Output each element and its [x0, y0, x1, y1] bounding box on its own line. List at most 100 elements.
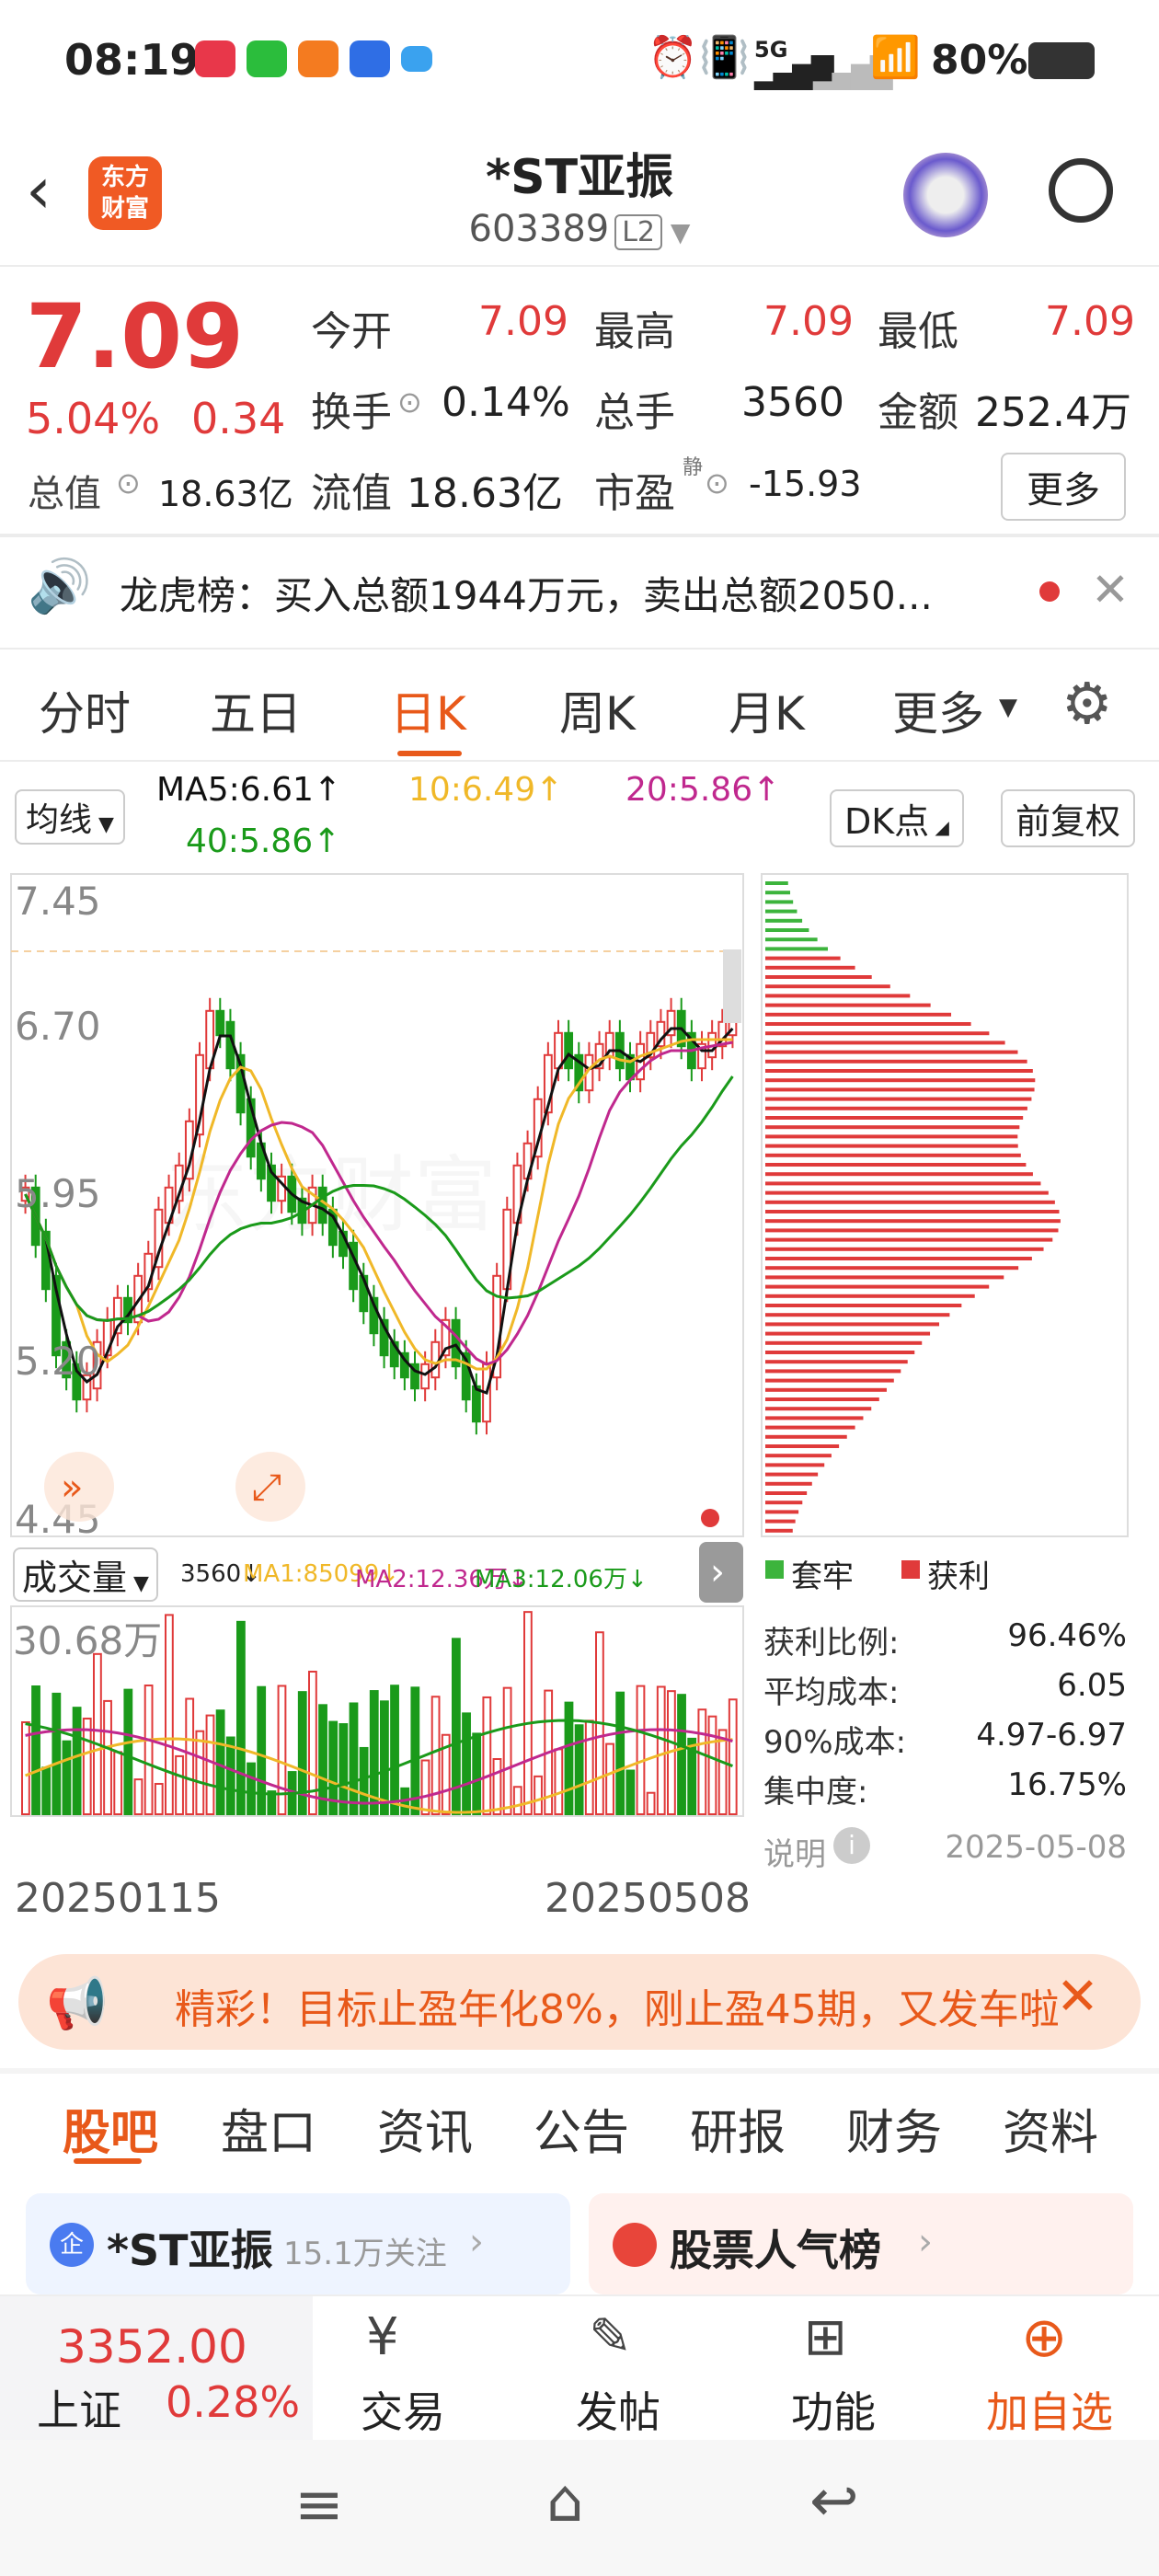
adjust-button[interactable]: 前复权 [1001, 789, 1136, 847]
more-quote-button[interactable]: 更多 [1001, 453, 1126, 521]
gear-icon[interactable]: ⚙ [1061, 670, 1113, 737]
volume-bar [103, 1699, 112, 1815]
megaphone-icon: 📢 [46, 1974, 109, 2032]
nav-add-watchlist[interactable]: 加自选 [986, 2379, 1113, 2440]
tab-daily-k[interactable]: 日K [390, 677, 466, 743]
chevron-down-icon: ▼ [662, 217, 691, 247]
volume-max: 30.68万 [13, 1618, 162, 1663]
level2-badge: L2 [614, 214, 663, 250]
y-tick: 5.20 [15, 1339, 101, 1384]
profit-legend: 获利 [927, 1558, 990, 1595]
back-icon[interactable]: ↩ [809, 2467, 859, 2536]
volume-bar [133, 1778, 143, 1815]
volume-bar [236, 1620, 246, 1816]
volume-bar [728, 1698, 738, 1815]
volume-ma3: MA3:12.06万↓ [475, 1566, 648, 1593]
nav-trade[interactable]: 交易 [361, 2379, 445, 2440]
chip-bar [765, 1210, 1060, 1213]
volume-select[interactable]: 成交量 ▼ [13, 1547, 158, 1602]
concentration: 16.75% [1007, 1766, 1127, 1803]
add-circle-icon: ⊕ [1021, 2306, 1068, 2370]
chip-bar [765, 1360, 908, 1364]
chip-bar [765, 1275, 1004, 1280]
stock-bar-card[interactable]: 企 *ST亚振 15.1万关注 › [26, 2193, 570, 2294]
volume-bar [482, 1696, 492, 1816]
chip-bar [765, 900, 794, 904]
volume-bar [697, 1708, 707, 1815]
tab-timeshare[interactable]: 分时 [39, 677, 131, 743]
tab-profile[interactable]: 资料 [1003, 2094, 1098, 2163]
volume-bar [420, 1759, 430, 1815]
robot-assistant-icon[interactable] [903, 153, 988, 237]
tab-announcements[interactable]: 公告 [534, 2094, 629, 2163]
chips-explain-label[interactable]: 说明 [763, 1829, 826, 1874]
close-icon[interactable]: ✕ [1056, 1967, 1099, 2027]
profit-ratio: 96.46% [1007, 1617, 1127, 1654]
home-icon[interactable]: ⌂ [546, 2467, 584, 2536]
high-value: 7.09 [763, 298, 854, 345]
open-value: 7.09 [478, 298, 568, 345]
scroll-thumb[interactable] [723, 949, 741, 1023]
chip-bar [765, 881, 788, 885]
chip-bar [765, 1022, 971, 1026]
nav-post[interactable]: 发帖 [576, 2379, 660, 2440]
promo-banner[interactable]: 📢 精彩！目标止盈年化8%，刚止盈45期，又发车啦 ✕ [18, 1954, 1141, 2050]
nav-function[interactable]: 功能 [791, 2379, 876, 2440]
volume-bar [82, 1718, 92, 1815]
corner-icon: ◢ [929, 816, 949, 838]
chip-bar [765, 1237, 1053, 1242]
chip-bar [765, 1116, 1024, 1120]
info-icon[interactable]: ⊙ [705, 466, 729, 500]
tab-five-day[interactable]: 五日 [210, 677, 302, 743]
volume-bar [584, 1719, 594, 1815]
chip-bar [765, 1219, 1061, 1224]
volume-bar [554, 1748, 564, 1815]
volume-bar [534, 1775, 543, 1815]
stock-code-row[interactable]: 603389 L2 ▼ [0, 208, 1159, 250]
candle-body [554, 1031, 563, 1070]
tab-weekly-k[interactable]: 周K [559, 677, 636, 743]
volume-bar [707, 1715, 717, 1816]
tab-monthly-k[interactable]: 月K [729, 677, 805, 743]
tab-guba[interactable]: 股吧 [63, 2094, 158, 2163]
index-ticker[interactable]: 3352.00 上证 0.28% [0, 2296, 313, 2442]
menu-icon[interactable]: ≡ [294, 2471, 344, 2539]
tab-more[interactable]: 更多 [892, 677, 984, 743]
bottom-nav: 3352.00 上证 0.28% ¥ 交易 ✎ 发帖 ⊞ 功能 ⊕ 加自选 [0, 2294, 1159, 2442]
chip-bar [765, 1407, 872, 1411]
indicator-select[interactable]: 均线 ▼ [15, 789, 125, 845]
chip-bar [765, 918, 803, 923]
volume-bar [215, 1709, 225, 1816]
chip-bar [765, 1003, 931, 1007]
chip-bar [765, 1050, 1018, 1054]
status-bar: 08:19 ⏰ 📳 5G ▂▄▆█ ▂▄▆█ 📶 80% [0, 0, 1159, 124]
status-time: 08:19 [64, 35, 200, 85]
info-icon[interactable]: ⊙ [116, 466, 141, 500]
chip-bar [765, 1528, 793, 1533]
tab-finance[interactable]: 财务 [846, 2094, 942, 2163]
chip-bar [765, 1416, 864, 1420]
loss-legend-swatch [765, 1560, 784, 1579]
chevron-down-icon: ▼ [999, 694, 1017, 721]
chip-bar [765, 1304, 962, 1307]
close-icon[interactable]: ✕ [1091, 563, 1130, 616]
search-icon[interactable] [1049, 158, 1113, 223]
tab-news[interactable]: 资讯 [377, 2094, 473, 2163]
info-icon[interactable]: ⊙ [397, 385, 422, 420]
chip-bar [765, 1481, 812, 1486]
dk-label: DK点 [844, 801, 930, 842]
company-badge: 企 [50, 2223, 94, 2267]
fullscreen-icon: ⤢ [252, 1466, 281, 1509]
chip-bar [765, 891, 791, 895]
info-icon[interactable]: i [833, 1827, 870, 1864]
popularity-card[interactable]: 股票人气榜 › [589, 2193, 1133, 2294]
chip-bar [765, 1059, 1027, 1064]
volume-bar [717, 1729, 728, 1816]
tab-research[interactable]: 研报 [690, 2094, 786, 2163]
chevron-right-icon: › [469, 2221, 484, 2263]
date-start: 20250115 [15, 1875, 221, 1922]
edit-icon: ✎ [589, 2307, 632, 2367]
dk-point-button[interactable]: DK点 ◢ [830, 789, 964, 847]
tab-pankou[interactable]: 盘口 [221, 2094, 316, 2163]
tab-active-indicator [397, 751, 462, 756]
